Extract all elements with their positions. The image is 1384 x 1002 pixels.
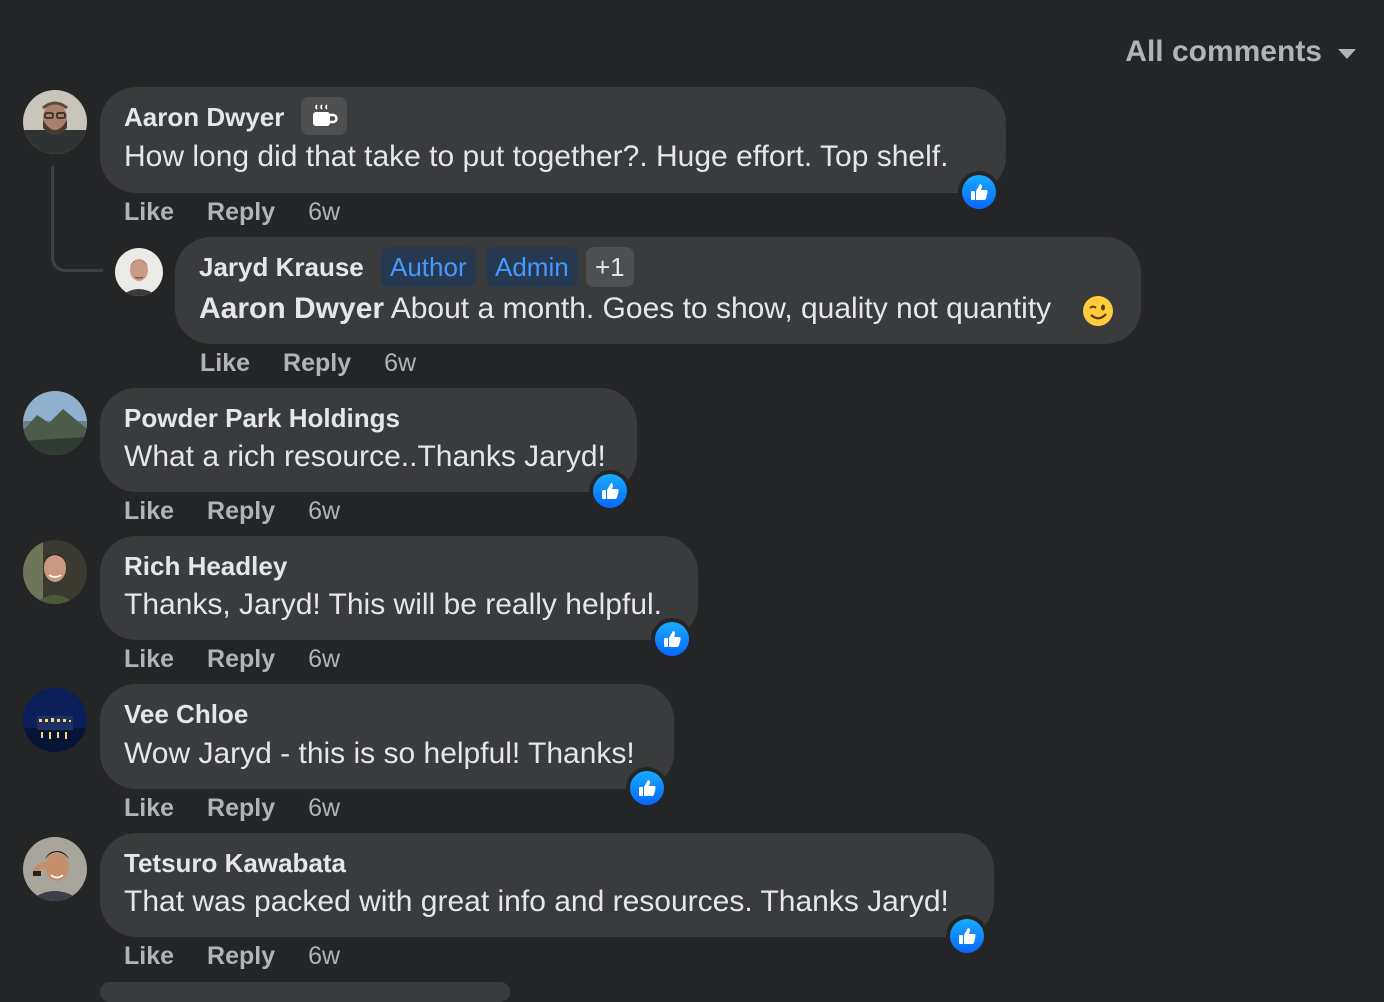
comment-actions: Like Reply 6w <box>124 793 340 823</box>
mention-link[interactable]: Aaron Dwyer <box>199 292 384 325</box>
comment-bubble: Tetsuro Kawabata That was packed with gr… <box>100 833 994 937</box>
comment-author-name[interactable]: Tetsuro Kawabata <box>124 848 346 879</box>
next-comment-bubble <box>100 982 510 1002</box>
comment-text: That was packed with great info and reso… <box>124 885 949 918</box>
comment-actions: Like Reply 6w <box>124 496 340 526</box>
comment-text: Wow Jaryd - this is so helpful! Thanks! <box>124 737 635 770</box>
thumbs-up-icon[interactable] <box>626 767 668 809</box>
like-button[interactable]: Like <box>124 794 174 823</box>
admin-badge[interactable]: Admin <box>486 247 578 287</box>
comment-timestamp[interactable]: 6w <box>308 794 340 823</box>
filter-label: All comments <box>1125 35 1322 68</box>
comment-timestamp[interactable]: 6w <box>308 645 340 674</box>
more-badges-count[interactable]: +1 <box>586 247 634 287</box>
reply-button[interactable]: Reply <box>207 497 275 526</box>
comment-text: What a rich resource..Thanks Jaryd! <box>124 440 606 473</box>
like-button[interactable]: Like <box>124 942 174 971</box>
coffee-cup-icon <box>301 97 347 135</box>
avatar[interactable] <box>23 391 87 455</box>
reply-button[interactable]: Reply <box>207 942 275 971</box>
reply-button[interactable]: Reply <box>283 349 351 378</box>
comment-actions: Like Reply 6w <box>124 197 340 227</box>
reply-button[interactable]: Reply <box>207 794 275 823</box>
thumbs-up-icon[interactable] <box>589 470 631 512</box>
like-button[interactable]: Like <box>124 645 174 674</box>
reply-thread-line <box>51 166 103 272</box>
comment-text: Aaron Dwyer About a month. Goes to show,… <box>199 292 1051 326</box>
chevron-down-icon <box>1338 49 1356 59</box>
comment-actions: Like Reply 6w <box>124 644 340 674</box>
comment-bubble: Jaryd Krause Author Admin +1 Aaron Dwyer… <box>175 237 1141 344</box>
avatar[interactable] <box>23 90 87 154</box>
like-button[interactable]: Like <box>124 497 174 526</box>
like-button[interactable]: Like <box>200 349 250 378</box>
reply-button[interactable]: Reply <box>207 645 275 674</box>
like-button[interactable]: Like <box>124 198 174 227</box>
comment-timestamp[interactable]: 6w <box>308 497 340 526</box>
comment-timestamp[interactable]: 6w <box>384 349 416 378</box>
comment-text: How long did that take to put together?.… <box>124 140 949 173</box>
comment-bubble: Rich Headley Thanks, Jaryd! This will be… <box>100 536 698 640</box>
comment-bubble: Powder Park Holdings What a rich resourc… <box>100 388 637 492</box>
avatar[interactable] <box>23 837 87 901</box>
comment-text-body: About a month. Goes to show, quality not… <box>384 292 1052 325</box>
avatar[interactable] <box>23 688 87 752</box>
comment-author-name[interactable]: Rich Headley <box>124 551 287 582</box>
avatar[interactable] <box>115 248 163 296</box>
thumbs-up-icon[interactable] <box>651 618 693 660</box>
comment-author-name[interactable]: Jaryd Krause <box>199 252 364 283</box>
comment-author-name[interactable]: Aaron Dwyer <box>124 102 284 133</box>
avatar[interactable] <box>23 540 87 604</box>
comment-timestamp[interactable]: 6w <box>308 942 340 971</box>
thumbs-up-icon[interactable] <box>946 915 988 957</box>
thumbs-up-icon[interactable] <box>958 171 1000 213</box>
previous-content-edge <box>0 0 1384 2</box>
comment-text: Thanks, Jaryd! This will be really helpf… <box>124 588 663 621</box>
comment-bubble: Aaron Dwyer How long did that take to pu… <box>100 87 1006 193</box>
author-badge[interactable]: Author <box>381 247 476 287</box>
comment-actions: Like Reply 6w <box>124 941 340 971</box>
comment-author-name[interactable]: Vee Chloe <box>124 699 248 730</box>
comment-timestamp[interactable]: 6w <box>308 198 340 227</box>
comment-author-name[interactable]: Powder Park Holdings <box>124 403 400 434</box>
comment-actions: Like Reply 6w <box>200 348 416 378</box>
winking-face-icon <box>1082 295 1114 332</box>
comment-filter-dropdown[interactable]: All comments <box>1125 32 1356 72</box>
comment-bubble: Vee Chloe Wow Jaryd - this is so helpful… <box>100 684 674 789</box>
reply-button[interactable]: Reply <box>207 198 275 227</box>
